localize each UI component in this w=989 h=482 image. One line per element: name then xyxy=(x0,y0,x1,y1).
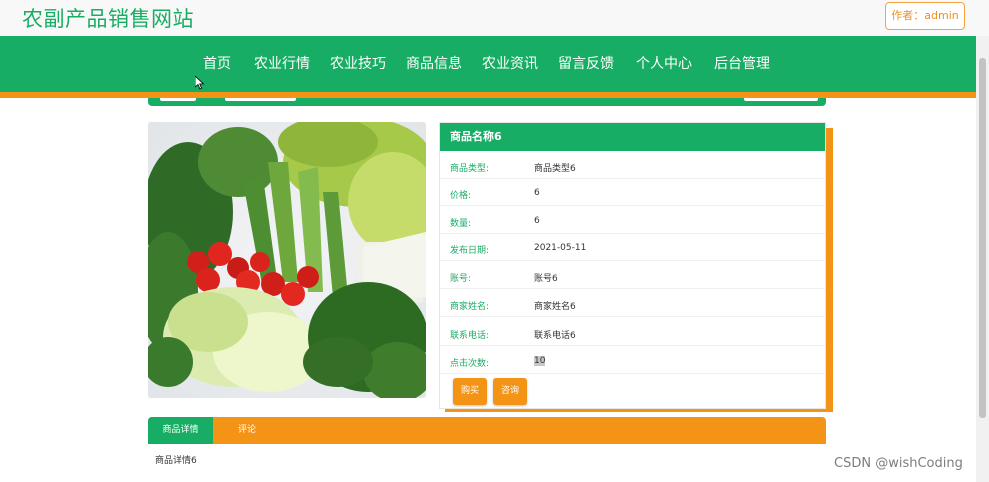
nav-item-user-center[interactable]: 个人中心 xyxy=(636,53,692,73)
info-value: 商家姓名6 xyxy=(534,302,576,312)
info-value: 联系电话6 xyxy=(534,331,576,341)
tab-product-details[interactable]: 商品详情 xyxy=(148,417,213,444)
breadcrumb-chip[interactable] xyxy=(160,98,196,101)
info-value: 商品类型6 xyxy=(534,164,576,174)
info-label: 商品类型: xyxy=(450,164,490,174)
tab-comments[interactable]: 评论 xyxy=(226,417,268,444)
info-row: 价格: 6 xyxy=(440,179,825,206)
info-row: 商品类型: 商品类型6 xyxy=(440,152,825,179)
info-row: 商家姓名: 商家姓名6 xyxy=(440,290,825,317)
author-button[interactable]: 作者：admin xyxy=(885,2,965,30)
main-nav: 首页 农业行情 农业技巧 商品信息 农业资讯 留言反馈 个人中心 后台管理 xyxy=(0,36,976,92)
info-label: 数量: xyxy=(450,219,472,229)
breadcrumb-chip[interactable] xyxy=(225,98,296,101)
vegetable-photo-image xyxy=(148,122,426,398)
product-name: 商品名称6 xyxy=(440,123,825,151)
info-label: 发布日期: xyxy=(450,246,490,256)
site-title[interactable]: 农副产品销售网站 xyxy=(22,3,194,33)
info-value: 6 xyxy=(534,216,540,226)
info-value: 10 xyxy=(534,356,546,366)
breadcrumb-chip[interactable] xyxy=(744,98,818,101)
nav-item-skills[interactable]: 农业技巧 xyxy=(330,53,386,73)
nav-item-admin[interactable]: 后台管理 xyxy=(714,53,770,73)
info-row: 账号: 账号6 xyxy=(440,262,825,289)
nav-item-market[interactable]: 农业行情 xyxy=(254,53,310,73)
top-header: 农副产品销售网站 作者：admin xyxy=(0,0,989,36)
mouse-cursor-icon xyxy=(195,76,205,90)
info-row: 联系电话: 联系电话6 xyxy=(440,319,825,346)
info-label: 商家姓名: xyxy=(450,302,490,312)
product-info-panel: 商品名称6 商品类型: 商品类型6 价格: 6 数量: 6 发布日期: 2021… xyxy=(439,122,826,409)
info-label: 价格: xyxy=(450,191,472,201)
nav-item-news[interactable]: 农业资讯 xyxy=(482,53,538,73)
info-value: 2021-05-11 xyxy=(534,243,587,253)
vegetable-photo-icon xyxy=(148,122,426,398)
watermark: CSDN @wishCoding xyxy=(834,456,963,471)
info-value: 6 xyxy=(534,188,540,198)
info-label: 点击次数: xyxy=(450,359,490,369)
info-row: 发布日期: 2021-05-11 xyxy=(440,234,825,261)
info-value: 账号6 xyxy=(534,274,558,284)
info-label: 联系电话: xyxy=(450,331,490,341)
consult-button[interactable]: 咨询 xyxy=(493,378,527,405)
info-label: 账号: xyxy=(450,274,472,284)
nav-item-feedback[interactable]: 留言反馈 xyxy=(558,53,614,73)
info-row: 数量: 6 xyxy=(440,207,825,234)
nav-item-products[interactable]: 商品信息 xyxy=(406,53,462,73)
buy-button[interactable]: 购买 xyxy=(453,378,487,405)
nav-item-home[interactable]: 首页 xyxy=(203,53,231,73)
scrollbar-thumb[interactable] xyxy=(979,58,986,418)
info-row: 点击次数: 10 xyxy=(440,347,825,374)
product-details-text: 商品详情6 xyxy=(155,456,197,466)
detail-tab-bar: 商品详情 评论 xyxy=(148,417,826,444)
